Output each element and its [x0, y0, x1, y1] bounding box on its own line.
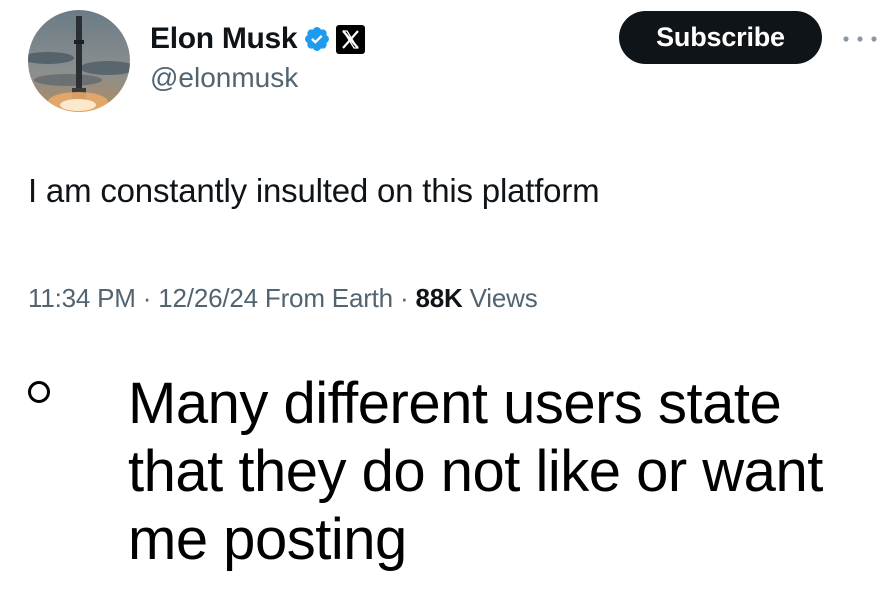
subscribe-button[interactable]: Subscribe	[619, 11, 822, 64]
name-row: Elon Musk	[150, 19, 366, 59]
tweet-time[interactable]: 11:34 PM	[28, 283, 136, 313]
x-logo-icon	[336, 24, 366, 54]
user-handle[interactable]: @elonmusk	[150, 62, 298, 94]
bullet-marker	[28, 381, 50, 403]
views-label: Views	[469, 283, 538, 313]
verified-badge-icon	[303, 25, 331, 53]
caption-bullet-text: Many different users state that they do …	[128, 371, 823, 572]
tweet-text: I am constantly insulted on this platfor…	[28, 172, 600, 209]
separator: ·	[399, 283, 416, 313]
views-count: 88K	[415, 283, 463, 313]
tweet-location: From Earth	[264, 283, 393, 313]
avatar[interactable]	[28, 10, 130, 112]
more-options-icon[interactable]	[840, 32, 880, 44]
tweet-metadata: 11:34 PM · 12/26/24 From Earth · 88K Vie…	[28, 283, 538, 314]
display-name[interactable]: Elon Musk	[150, 22, 298, 56]
separator: ·	[142, 283, 159, 313]
tweet-date[interactable]: 12/26/24	[158, 283, 258, 313]
